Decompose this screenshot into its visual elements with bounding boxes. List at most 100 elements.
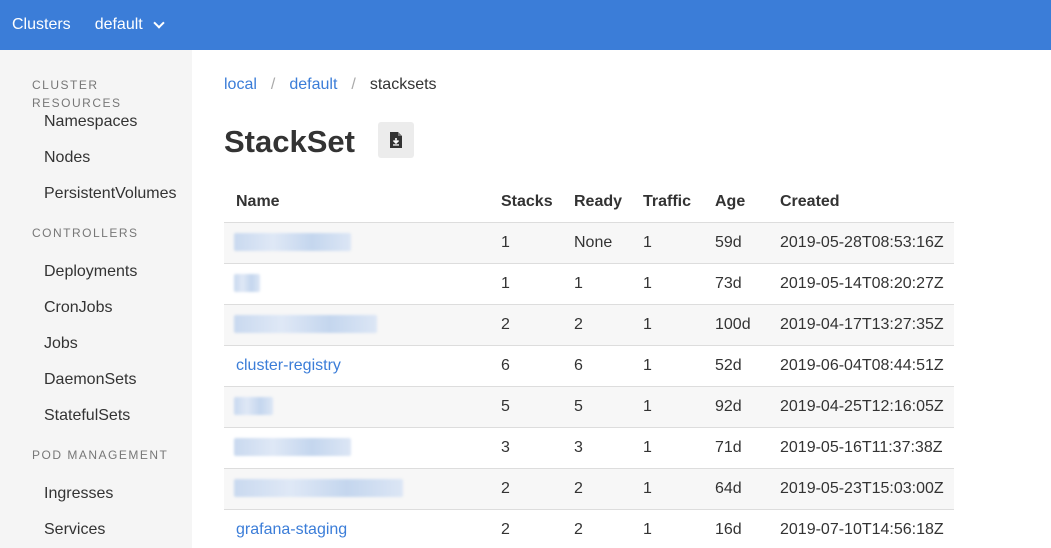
cell-traffic: 1 [631, 427, 703, 469]
table-row[interactable]: 3 3 1 71d 2019-05-16T11:37:38Z [224, 427, 954, 469]
cell-traffic: 1 [631, 386, 703, 428]
breadcrumb-namespace-link[interactable]: default [289, 76, 337, 94]
column-header-age[interactable]: Age [703, 182, 768, 223]
cell-traffic: 1 [631, 222, 703, 264]
chevron-down-icon [153, 17, 165, 29]
stackset-link[interactable]: grafana-staging [236, 521, 347, 538]
cell-stacks: 1 [489, 263, 562, 305]
cell-ready: 3 [562, 427, 631, 469]
cell-age: 52d [703, 345, 768, 387]
redacted-name[interactable] [234, 233, 351, 252]
cell-ready: 6 [562, 345, 631, 387]
cell-traffic: 1 [631, 468, 703, 510]
cell-traffic: 1 [631, 304, 703, 346]
page-title: StackSet [224, 124, 355, 159]
redacted-name[interactable] [234, 479, 403, 498]
table-row[interactable]: 5 5 1 92d 2019-04-25T12:16:05Z [224, 386, 954, 428]
redacted-name[interactable] [234, 274, 260, 293]
cell-stacks: 6 [489, 345, 562, 387]
cell-ready: 2 [562, 509, 631, 548]
cell-age: 73d [703, 263, 768, 305]
sidebar-section-controllers: CONTROLLERS [32, 226, 139, 240]
sidebar-section-pod-management: POD MANAGEMENT [32, 448, 169, 462]
cell-created: 2019-05-28T08:53:16Z [768, 222, 954, 264]
clusters-link[interactable]: Clusters [12, 16, 71, 34]
sidebar-item-namespaces[interactable]: Namespaces [0, 111, 192, 133]
cell-ready: 2 [562, 304, 631, 346]
cell-ready: 2 [562, 468, 631, 510]
cell-created: 2019-04-17T13:27:35Z [768, 304, 954, 346]
cell-age: 92d [703, 386, 768, 428]
cell-name[interactable] [224, 222, 489, 264]
breadcrumb-separator: / [351, 76, 356, 93]
sidebar-item-nodes[interactable]: Nodes [0, 147, 192, 169]
cell-name: grafana-staging [224, 509, 489, 548]
cell-age: 16d [703, 509, 768, 548]
cell-name[interactable] [224, 468, 489, 510]
stackset-table: Name Stacks Ready Traffic Age Created 1 … [224, 182, 954, 548]
cell-age: 100d [703, 304, 768, 346]
sidebar: CLUSTER RESOURCES Namespaces Nodes Persi… [0, 50, 192, 548]
cell-created: 2019-05-23T15:03:00Z [768, 468, 954, 510]
breadcrumb-cluster-link[interactable]: local [224, 76, 257, 94]
cell-name[interactable] [224, 427, 489, 469]
cell-age: 71d [703, 427, 768, 469]
cell-age: 64d [703, 468, 768, 510]
redacted-name[interactable] [234, 315, 377, 334]
cell-stacks: 3 [489, 427, 562, 469]
cell-name: cluster-registry [224, 345, 489, 387]
download-file-icon [390, 132, 402, 148]
sidebar-section-cluster-resources: CLUSTER RESOURCES [32, 78, 122, 110]
redacted-name[interactable] [234, 397, 273, 416]
cell-traffic: 1 [631, 509, 703, 548]
context-selector[interactable]: default [94, 16, 165, 34]
cell-created: 2019-05-14T08:20:27Z [768, 263, 954, 305]
stackset-link[interactable]: cluster-registry [236, 357, 341, 374]
redacted-name[interactable] [234, 438, 351, 457]
cell-created: 2019-05-16T11:37:38Z [768, 427, 954, 469]
breadcrumb-current: stacksets [369, 76, 437, 93]
sidebar-item-deployments[interactable]: Deployments [0, 261, 192, 283]
cell-stacks: 2 [489, 509, 562, 548]
cell-ready: None [562, 222, 631, 264]
column-header-stacks[interactable]: Stacks [489, 182, 562, 223]
download-yaml-button[interactable] [378, 122, 414, 158]
cell-created: 2019-06-04T08:44:51Z [768, 345, 954, 387]
cell-traffic: 1 [631, 345, 703, 387]
sidebar-item-statefulsets[interactable]: StatefulSets [0, 405, 192, 427]
table-row[interactable]: grafana-staging 2 2 1 16d 2019-07-10T14:… [224, 509, 954, 548]
cell-created: 2019-07-10T14:56:18Z [768, 509, 954, 548]
column-header-created[interactable]: Created [768, 182, 954, 223]
breadcrumb: local / default / stacksets [224, 76, 437, 94]
sidebar-item-cronjobs[interactable]: CronJobs [0, 297, 192, 319]
cell-stacks: 5 [489, 386, 562, 428]
sidebar-item-services[interactable]: Services [0, 519, 192, 541]
cell-ready: 5 [562, 386, 631, 428]
table-row[interactable]: 1 1 1 73d 2019-05-14T08:20:27Z [224, 263, 954, 305]
table-row[interactable]: cluster-registry 6 6 1 52d 2019-06-04T08… [224, 345, 954, 387]
table-header-row: Name Stacks Ready Traffic Age Created [224, 182, 954, 223]
sidebar-item-persistentvolumes[interactable]: PersistentVolumes [0, 183, 192, 205]
sidebar-item-jobs[interactable]: Jobs [0, 333, 192, 355]
column-header-name[interactable]: Name [224, 182, 489, 223]
cell-name[interactable] [224, 386, 489, 428]
cell-created: 2019-04-25T12:16:05Z [768, 386, 954, 428]
breadcrumb-separator: / [270, 76, 276, 93]
cell-name[interactable] [224, 263, 489, 305]
cell-stacks: 2 [489, 468, 562, 510]
top-bar: Clusters default [0, 0, 1051, 50]
cell-age: 59d [703, 222, 768, 264]
cell-name[interactable] [224, 304, 489, 346]
column-header-traffic[interactable]: Traffic [631, 182, 703, 223]
column-header-ready[interactable]: Ready [562, 182, 631, 223]
context-label: default [94, 16, 143, 33]
cell-stacks: 1 [489, 222, 562, 264]
sidebar-item-ingresses[interactable]: Ingresses [0, 483, 192, 505]
cell-stacks: 2 [489, 304, 562, 346]
cell-ready: 1 [562, 263, 631, 305]
cell-traffic: 1 [631, 263, 703, 305]
table-row[interactable]: 2 2 1 64d 2019-05-23T15:03:00Z [224, 468, 954, 510]
table-row[interactable]: 2 2 1 100d 2019-04-17T13:27:35Z [224, 304, 954, 346]
sidebar-item-daemonsets[interactable]: DaemonSets [0, 369, 192, 391]
table-row[interactable]: 1 None 1 59d 2019-05-28T08:53:16Z [224, 222, 954, 264]
